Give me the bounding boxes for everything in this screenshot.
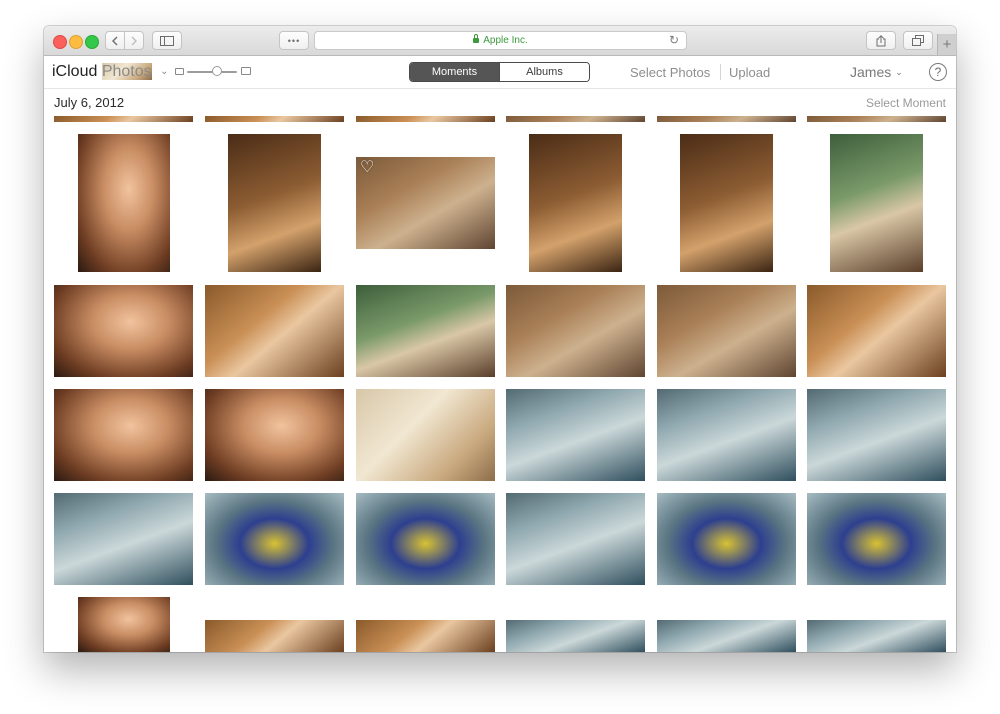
chevron-right-icon: [131, 36, 137, 45]
browser-toolbar: ••• Apple Inc. ↻ +: [44, 26, 956, 56]
photo-thumbnail[interactable]: [54, 389, 193, 481]
maximize-window-button[interactable]: [85, 35, 99, 49]
select-photos-button[interactable]: Select Photos: [630, 65, 710, 80]
photo-thumbnail[interactable]: [78, 134, 170, 272]
photo-thumbnail[interactable]: [529, 134, 622, 272]
new-tab-button[interactable]: +: [937, 34, 956, 55]
photo-thumbnail[interactable]: [657, 620, 796, 652]
photo-thumbnail[interactable]: [506, 285, 645, 377]
photo-thumbnail[interactable]: [78, 597, 170, 652]
brand-icloud: iCloud: [52, 63, 98, 80]
url-text: Apple Inc.: [483, 35, 528, 46]
photo-thumbnail[interactable]: [657, 116, 796, 122]
photo-thumbnail[interactable]: [205, 285, 344, 377]
sidebar-button[interactable]: [152, 31, 182, 50]
photo-thumbnail[interactable]: [657, 285, 796, 377]
photo-thumbnail[interactable]: [228, 134, 321, 272]
photo-thumbnail[interactable]: [54, 285, 193, 377]
share-button[interactable]: [866, 31, 896, 50]
header-divider: [720, 64, 721, 80]
photo-thumbnail[interactable]: [807, 285, 946, 377]
zoom-slider-knob[interactable]: [212, 66, 222, 76]
photo-thumbnail[interactable]: [506, 116, 645, 122]
photo-thumbnail[interactable]: [356, 389, 495, 481]
photo-thumbnail[interactable]: [657, 493, 796, 585]
back-button[interactable]: [105, 31, 125, 50]
photo-thumbnail[interactable]: [807, 620, 946, 652]
photo-grid: ♡: [44, 116, 956, 652]
tabs-icon: [912, 35, 924, 46]
brand-photos: Photos: [101, 63, 152, 80]
lock-icon: [473, 34, 480, 43]
zoom-out-icon[interactable]: [175, 68, 184, 75]
zoom-in-icon[interactable]: [241, 67, 251, 75]
favorites-button[interactable]: •••: [279, 31, 309, 50]
view-segmented-control: Moments Albums: [409, 62, 590, 82]
photo-thumbnail[interactable]: [657, 389, 796, 481]
tabs-button[interactable]: [903, 31, 933, 50]
photo-thumbnail[interactable]: [205, 389, 344, 481]
tab-albums[interactable]: Albums: [499, 63, 589, 81]
photo-thumbnail[interactable]: [506, 389, 645, 481]
photo-thumbnail[interactable]: [356, 116, 495, 122]
photo-thumbnail[interactable]: [807, 389, 946, 481]
photo-thumbnail[interactable]: ♡: [356, 157, 495, 249]
upload-button[interactable]: Upload: [729, 65, 770, 80]
close-window-button[interactable]: [53, 35, 67, 49]
browser-window: ••• Apple Inc. ↻ + iCloud Photos ⌄ Momen…: [44, 26, 956, 652]
photo-thumbnail[interactable]: [506, 620, 645, 652]
photo-thumbnail[interactable]: [506, 493, 645, 585]
address-bar[interactable]: Apple Inc. ↻: [314, 31, 687, 50]
photo-thumbnail[interactable]: [356, 493, 495, 585]
photo-thumbnail[interactable]: [356, 285, 495, 377]
photo-thumbnail[interactable]: [205, 620, 344, 652]
sidebar-icon: [160, 35, 174, 46]
photo-thumbnail[interactable]: [356, 620, 495, 652]
moment-header: July 6, 2012 Select Moment: [44, 89, 956, 117]
forward-button[interactable]: [124, 31, 144, 50]
chevron-left-icon: [112, 36, 118, 45]
photo-thumbnail[interactable]: [54, 116, 193, 122]
minimize-window-button[interactable]: [69, 35, 83, 49]
share-icon: [876, 34, 886, 46]
help-button[interactable]: ?: [929, 63, 947, 81]
account-menu[interactable]: James ⌄: [850, 64, 903, 80]
photo-thumbnail[interactable]: [807, 493, 946, 585]
chevron-down-icon: ⌄: [160, 66, 169, 77]
tab-moments[interactable]: Moments: [410, 63, 499, 81]
dots-label: •••: [287, 35, 301, 46]
photo-thumbnail[interactable]: [830, 134, 923, 272]
heart-icon[interactable]: ♡: [360, 160, 374, 176]
url-display: Apple Inc.: [315, 34, 686, 46]
reload-icon[interactable]: ↻: [669, 33, 679, 47]
photo-thumbnail[interactable]: [807, 116, 946, 122]
app-title[interactable]: iCloud Photos ⌄: [52, 63, 168, 81]
photo-thumbnail[interactable]: [205, 116, 344, 122]
icloud-header: iCloud Photos ⌄ Moments Albums Select Ph…: [44, 56, 956, 89]
photo-thumbnail[interactable]: [680, 134, 773, 272]
user-name: James: [850, 64, 892, 80]
photo-thumbnail[interactable]: [205, 493, 344, 585]
chevron-down-icon: ⌄: [895, 67, 903, 77]
photo-thumbnail[interactable]: [54, 493, 193, 585]
moment-date: July 6, 2012: [54, 95, 125, 110]
select-moment-button[interactable]: Select Moment: [866, 96, 946, 110]
